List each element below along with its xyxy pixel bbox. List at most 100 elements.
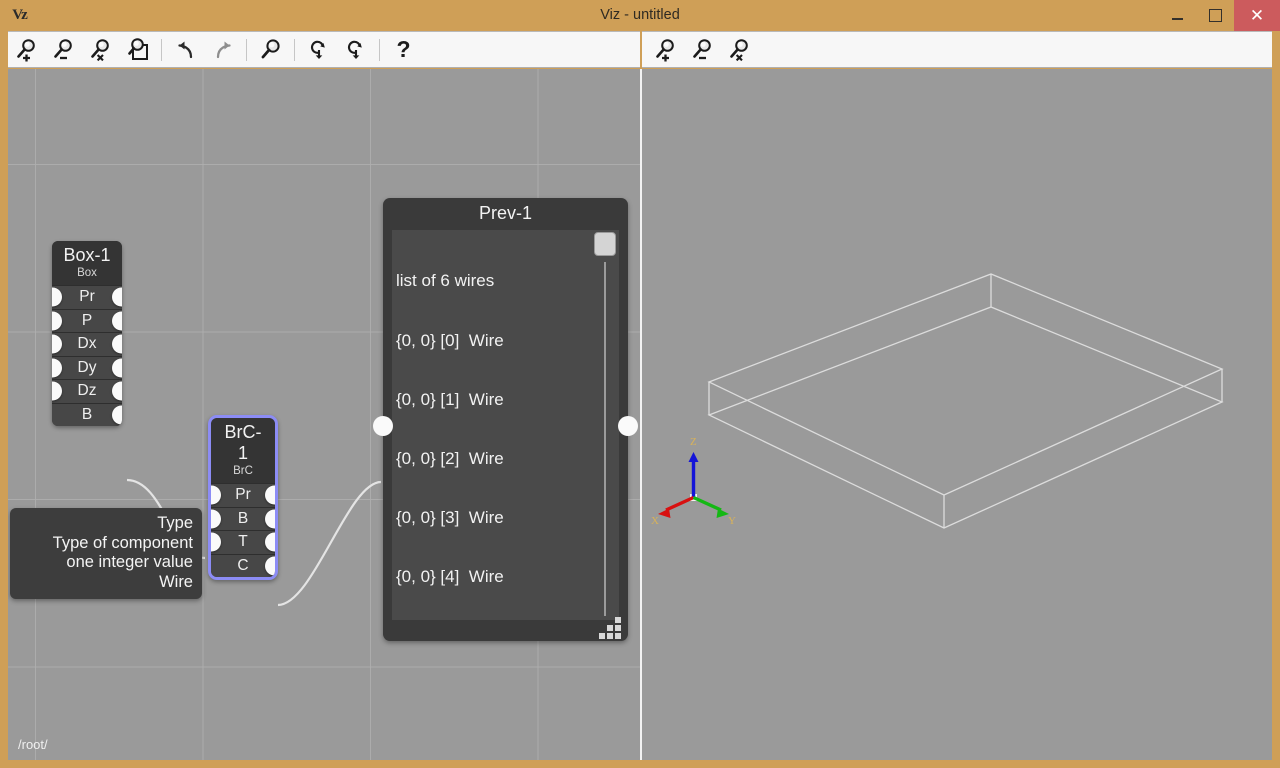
wireframe-box-icon [709,274,1222,528]
zoom-in-button[interactable] [8,32,45,67]
input-plug[interactable] [211,533,221,552]
node-brc-1[interactable]: BrC-1 BrC Pr B T [208,415,278,580]
node-graph-canvas[interactable]: Box-1 Box Pr P Dx [8,69,640,760]
redo-button[interactable] [204,32,241,67]
zoom-reset-button[interactable] [82,32,119,67]
view-zoom-in-button[interactable] [647,32,684,67]
output-plug[interactable] [265,509,275,528]
window-controls: ✕ [1158,0,1280,31]
port-label: C [237,557,248,575]
node-box-1[interactable]: Box-1 Box Pr P Dx [52,241,122,426]
node-title: Box-1 [62,245,112,266]
port-row-dz[interactable]: Dz [52,379,122,403]
input-plug[interactable] [52,335,62,354]
port-row-p[interactable]: P [52,309,122,333]
node-subtitle: Box [62,266,112,280]
node-subtitle: BrC [221,464,265,478]
input-plug[interactable] [211,486,221,505]
axis-gizmo-icon: Z X Y [651,436,736,527]
help-button[interactable]: ? [385,32,422,67]
tooltip-line: Wire [19,573,193,593]
question-mark-icon: ? [396,36,410,63]
app-window: Vz Viz - untitled ✕ [0,0,1280,768]
viewport-3d[interactable]: Z X Y [642,69,1272,760]
output-plug[interactable] [112,358,122,377]
scrollbar-thumb[interactable] [594,232,616,256]
input-plug[interactable] [52,288,62,307]
title-bar: Vz Viz - untitled ✕ [0,0,1280,31]
refresh-all-button[interactable] [337,32,374,67]
toolbar-separator [294,39,295,61]
input-plug[interactable] [52,358,62,377]
port-row-pr[interactable]: Pr [211,483,275,507]
output-plug[interactable] [112,335,122,354]
node-title: Prev-1 [383,198,628,230]
output-plug[interactable] [265,556,275,575]
axis-label-z: Z [690,436,697,448]
output-plug[interactable] [265,486,275,505]
port-row-dx[interactable]: Dx [52,332,122,356]
input-plug[interactable] [52,382,62,401]
port-label: T [238,533,247,551]
port-row-dy[interactable]: Dy [52,356,122,380]
list-item: {0, 0} [3] Wire [396,508,619,528]
root-path-label: /root/ [18,737,48,752]
node-header: Box-1 Box [52,241,122,285]
axis-label-y: Y [728,515,736,527]
view-zoom-out-button[interactable] [684,32,721,67]
resize-grip[interactable] [599,617,621,635]
viewport-scene: Z X Y [642,69,1272,760]
input-plug[interactable] [373,416,393,436]
viewport-toolbar [642,31,1272,68]
node-header: BrC-1 BrC [211,418,275,483]
port-label: P [82,312,92,330]
find-button[interactable] [252,32,289,67]
tooltip-line: one integer value [19,553,193,573]
port-label: Dy [78,359,97,377]
port-label: B [238,510,248,528]
list-item: {0, 0} [4] Wire [396,567,619,587]
zoom-selection-button[interactable] [119,32,156,67]
undo-button[interactable] [167,32,204,67]
toolbar-separator [379,39,380,61]
output-plug[interactable] [112,382,122,401]
port-label: B [82,406,92,424]
output-plug[interactable] [618,416,638,436]
close-icon[interactable]: ✕ [1234,0,1280,31]
axis-label-x: X [651,515,659,527]
port-tooltip: Type Type of component one integer value… [10,508,202,599]
output-plug[interactable] [112,311,122,330]
list-item: {0, 0} [1] Wire [396,390,619,410]
list-item: list of 6 wires [396,271,619,291]
tooltip-line: Type [19,514,193,534]
output-plug[interactable] [265,533,275,552]
preview-scrollbar[interactable] [593,232,617,618]
output-plug[interactable] [112,405,122,424]
port-label: Dz [78,382,97,400]
preview-list[interactable]: list of 6 wires {0, 0} [0] Wire {0, 0} [… [392,230,619,620]
toolbar-separator [161,39,162,61]
node-prev-1[interactable]: Prev-1 list of 6 wires {0, 0} [0] Wire {… [383,198,628,641]
minimize-icon[interactable] [1158,0,1196,31]
port-row-pr[interactable]: Pr [52,285,122,309]
port-row-b[interactable]: B [211,507,275,531]
maximize-icon[interactable] [1196,0,1234,31]
port-row-b[interactable]: B [52,403,122,427]
output-plug[interactable] [112,288,122,307]
scrollbar-track[interactable] [604,262,606,616]
port-row-t[interactable]: T [211,530,275,554]
port-row-c[interactable]: C [211,554,275,578]
input-plug[interactable] [211,509,221,528]
list-item: {0, 0} [0] Wire [396,331,619,351]
view-zoom-reset-button[interactable] [721,32,758,67]
list-item: {0, 0} [2] Wire [396,449,619,469]
node-title: BrC-1 [221,422,265,464]
port-label: Pr [235,486,251,504]
input-plug[interactable] [52,311,62,330]
refresh-button[interactable] [300,32,337,67]
port-label: Dx [78,335,97,353]
preview-text: list of 6 wires {0, 0} [0] Wire {0, 0} [… [392,230,619,620]
toolbar-separator [246,39,247,61]
window-title: Viz - untitled [0,0,1280,31]
zoom-out-button[interactable] [45,32,82,67]
